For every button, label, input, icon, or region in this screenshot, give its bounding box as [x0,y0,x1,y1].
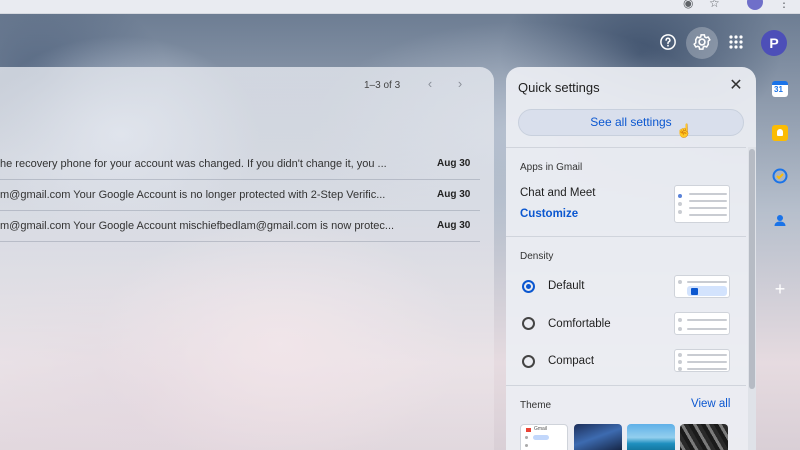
tasks-icon[interactable] [772,168,788,184]
chat-meet-preview [674,185,730,223]
density-comfortable-preview [674,312,730,335]
account-avatar[interactable]: P [761,30,787,56]
bookmark-star-icon[interactable]: ☆ [709,0,723,10]
theme-storm-thumb[interactable] [574,424,622,450]
theme-default-thumb[interactable]: Gmail [520,424,568,450]
quick-settings-panel: Quick settings ✕ See all settings ☝ Apps… [506,67,756,450]
density-compact-preview [674,349,730,372]
close-icon[interactable]: ✕ [728,77,744,95]
mail-date: Aug 30 [437,220,471,231]
theme-label: Theme [520,400,552,411]
mail-snippet: m@gmail.com Your Google Account mischief… [0,220,395,232]
newer-page-icon[interactable]: › [453,76,467,92]
density-default-radio[interactable] [522,280,535,293]
density-compact-label[interactable]: Compact [548,355,594,367]
keep-icon[interactable] [772,125,788,141]
density-default-preview [674,275,730,298]
mail-date: Aug 30 [437,158,471,169]
browser-toolbar: ◉ ☆ ⋮ [0,0,800,14]
chat-and-meet-label: Chat and Meet [520,187,596,199]
mail-row[interactable]: m@gmail.com Your Google Account mischief… [0,211,480,242]
pagination-count: 1–3 of 3 [364,80,401,91]
view-all-themes-link[interactable]: View all [691,398,730,410]
side-panel: 31 + [760,67,800,450]
apps-button[interactable] [724,30,748,54]
density-compact-radio[interactable] [522,355,535,368]
divider [506,385,746,386]
pointer-cursor-icon: ☝ [676,123,693,138]
mail-snippet: m@gmail.com Your Google Account is no lo… [0,189,386,201]
theme-beach-thumb[interactable] [627,424,675,450]
apps-grid-icon [729,35,743,49]
see-all-settings-button[interactable]: See all settings [518,109,744,136]
calendar-day: 31 [774,85,783,94]
mail-date: Aug 30 [437,189,471,200]
theme-abstract-thumb[interactable] [680,424,728,450]
mail-list-panel [0,67,494,450]
density-comfortable-label[interactable]: Comfortable [548,318,611,330]
gmail-logo-icon [526,428,531,432]
help-icon [660,34,676,50]
quick-settings-title: Quick settings [518,80,600,95]
customize-link[interactable]: Customize [520,208,578,220]
browser-menu-icon[interactable]: ⋮ [778,0,792,10]
divider [506,236,746,237]
theme-thumb-text: Gmail [534,426,548,432]
mail-snippet: he recovery phone for your account was c… [0,158,387,170]
scrollbar-thumb[interactable] [749,149,755,389]
settings-icon-wrap[interactable] [690,30,714,54]
density-comfortable-radio[interactable] [522,317,535,330]
eye-icon[interactable]: ◉ [683,0,697,10]
calendar-icon[interactable]: 31 [772,81,788,97]
divider [506,147,746,148]
contacts-icon[interactable] [772,212,788,228]
gear-icon [693,34,711,50]
density-default-label[interactable]: Default [548,280,584,292]
mail-row[interactable]: he recovery phone for your account was c… [0,149,480,180]
add-icon[interactable]: + [772,280,788,298]
mail-row[interactable]: m@gmail.com Your Google Account is no lo… [0,180,480,211]
density-label: Density [520,251,554,262]
help-button[interactable] [656,30,680,54]
apps-in-gmail-label: Apps in Gmail [520,162,583,173]
browser-profile-avatar[interactable] [747,0,763,10]
older-page-icon[interactable]: ‹ [423,76,437,92]
